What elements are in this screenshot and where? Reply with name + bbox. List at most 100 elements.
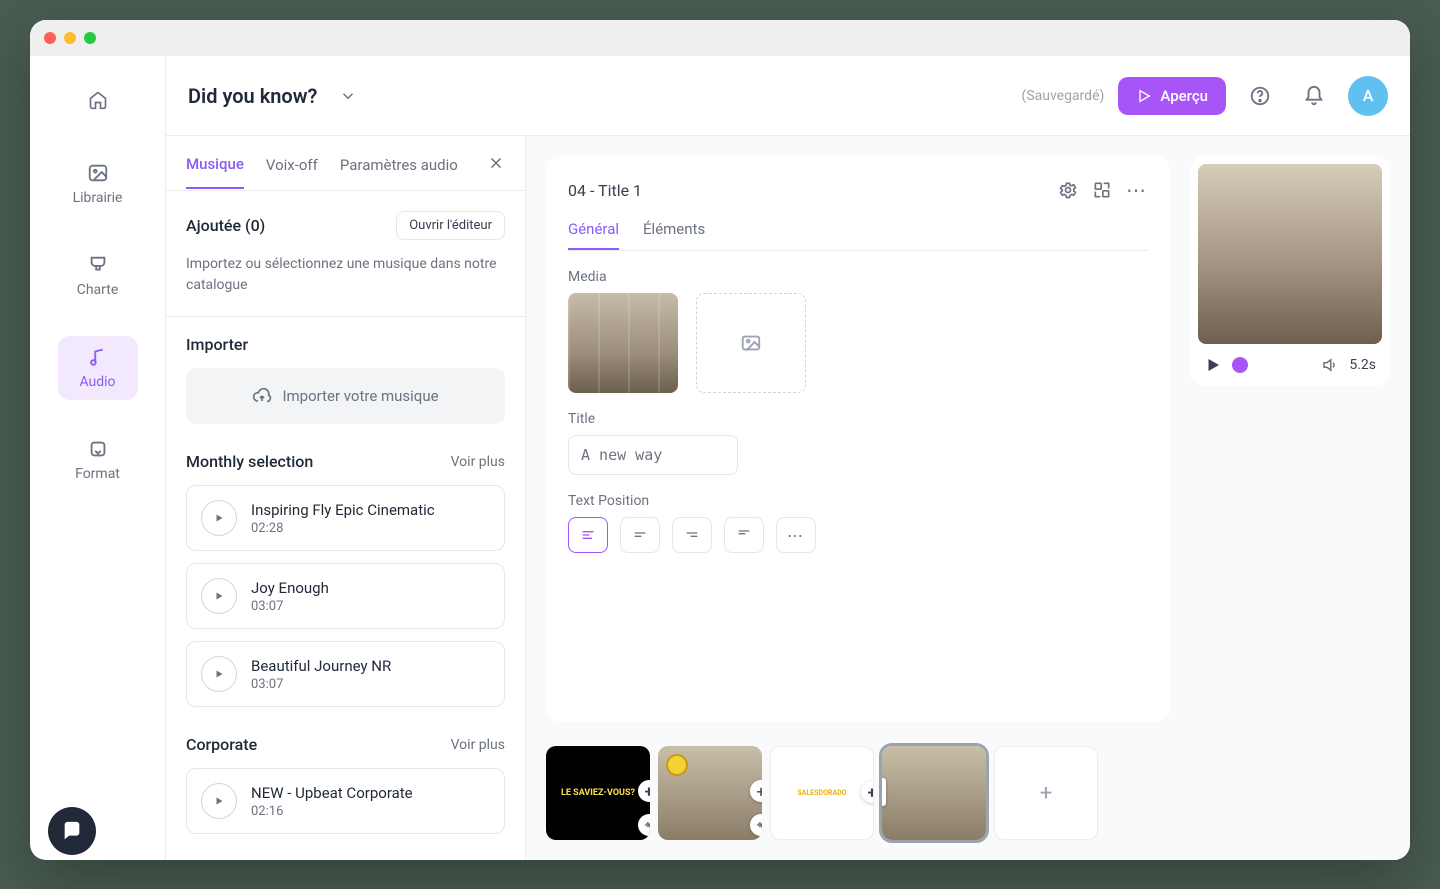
workspace: Musique Voix-off Paramètres audio Ajouté… (166, 136, 1410, 860)
nav-format[interactable]: Format (58, 428, 138, 492)
chevron-down-icon[interactable] (339, 87, 357, 105)
import-label: Importer votre musique (282, 387, 438, 405)
nav-label: Audio (79, 374, 115, 390)
brush-icon (87, 254, 109, 276)
preview-progress-dot[interactable] (1232, 357, 1248, 373)
panel-scroll[interactable]: Ajoutée (0) Ouvrir l'éditeur Importez ou… (166, 191, 525, 860)
editor-card: 04 - Title 1 ⋯ Général Éléments Media (546, 156, 1170, 722)
window-titlebar (30, 20, 1410, 56)
minimize-window-button[interactable] (64, 32, 76, 44)
align-center-button[interactable] (620, 517, 660, 553)
track-name: Inspiring Fly Epic Cinematic (251, 501, 435, 519)
title-input[interactable] (568, 435, 738, 475)
timeline-slide-1[interactable]: LE SAVIEZ-VOUS? + (546, 746, 650, 840)
align-right-icon (683, 527, 701, 543)
tab-musique[interactable]: Musique (186, 155, 244, 189)
import-music-button[interactable]: Importer votre musique (186, 368, 505, 424)
chat-icon (61, 820, 83, 842)
more-options-button[interactable]: ⋯ (1126, 178, 1148, 202)
align-top-button[interactable] (724, 517, 764, 553)
notifications-button[interactable] (1294, 76, 1334, 116)
nav-audio[interactable]: Audio (58, 336, 138, 400)
transition-button[interactable] (638, 814, 650, 836)
added-help-text: Importez ou sélectionnez une musique dan… (186, 254, 505, 296)
chat-widget-button[interactable] (48, 807, 96, 855)
open-editor-button[interactable]: Ouvrir l'éditeur (396, 211, 505, 240)
monthly-more-link[interactable]: Voir plus (451, 454, 505, 470)
nav-home[interactable] (58, 80, 138, 120)
track-duration: 03:07 (251, 677, 391, 692)
maximize-window-button[interactable] (84, 32, 96, 44)
corporate-more-link[interactable]: Voir plus (451, 737, 505, 753)
document-title: Did you know? (188, 84, 317, 108)
preview-label: Aperçu (1160, 87, 1208, 105)
play-button[interactable] (201, 578, 237, 614)
play-button[interactable] (201, 656, 237, 692)
preview-button[interactable]: Aperçu (1118, 77, 1226, 115)
close-icon (487, 154, 505, 172)
timeline: LE SAVIEZ-VOUS? + + SALESDORADO + (526, 732, 1410, 860)
app-body: Librairie Charte Audio Format Did you kn… (30, 56, 1410, 860)
align-left-button[interactable] (568, 517, 608, 553)
crop-icon (87, 438, 109, 460)
more-positions-button[interactable]: ⋯ (776, 517, 816, 553)
canvas-area: 04 - Title 1 ⋯ Général Éléments Media (526, 136, 1410, 860)
add-media-dropzone[interactable] (696, 293, 806, 393)
slide-badge (666, 754, 688, 776)
help-icon (1249, 85, 1271, 107)
track-item[interactable]: Joy Enough 03:07 (186, 563, 505, 629)
insert-slide-button[interactable]: + (638, 780, 650, 802)
help-button[interactable] (1240, 76, 1280, 116)
transition-button[interactable] (750, 814, 762, 836)
track-item[interactable]: Inspiring Fly Epic Cinematic 02:28 (186, 485, 505, 551)
audio-panel: Musique Voix-off Paramètres audio Ajouté… (166, 136, 526, 860)
panel-tabs: Musique Voix-off Paramètres audio (166, 136, 525, 191)
expand-icon[interactable] (1092, 180, 1112, 200)
track-name: Beautiful Journey NR (251, 657, 391, 675)
insert-slide-button[interactable]: + (861, 781, 874, 803)
align-top-icon (735, 527, 753, 543)
track-name: NEW - Upbeat Corporate (251, 784, 413, 802)
close-window-button[interactable] (44, 32, 56, 44)
tab-general[interactable]: Général (568, 220, 619, 250)
insert-slide-button[interactable]: + (750, 780, 762, 802)
cloud-upload-icon (252, 386, 272, 406)
play-icon (213, 668, 225, 680)
user-avatar[interactable]: A (1348, 76, 1388, 116)
app-window: Librairie Charte Audio Format Did you kn… (30, 20, 1410, 860)
track-item[interactable]: NEW - Upbeat Corporate 02:16 (186, 768, 505, 834)
transition-icon (643, 819, 650, 831)
close-panel-button[interactable] (487, 154, 505, 190)
text-position-group: ⋯ (568, 517, 1148, 553)
preview-card: 5.2s (1190, 156, 1390, 386)
tab-parametres-audio[interactable]: Paramètres audio (340, 156, 458, 188)
home-icon (88, 90, 108, 110)
timeline-slide-4[interactable] (882, 746, 986, 840)
track-duration: 02:16 (251, 804, 413, 819)
slide-caption: LE SAVIEZ-VOUS? (561, 788, 635, 798)
track-duration: 02:28 (251, 521, 435, 536)
transition-icon (755, 819, 762, 831)
image-placeholder-icon (740, 332, 762, 354)
nav-charte[interactable]: Charte (58, 244, 138, 308)
timeline-slide-3[interactable]: SALESDORADO + (770, 746, 874, 840)
tab-elements[interactable]: Éléments (643, 220, 705, 250)
play-button[interactable] (201, 783, 237, 819)
added-heading: Ajoutée (0) (186, 216, 265, 235)
add-slide-button[interactable]: + (994, 746, 1098, 840)
trim-handle[interactable] (882, 778, 886, 806)
timeline-slide-2[interactable]: + (658, 746, 762, 840)
import-heading: Importer (186, 335, 505, 354)
align-right-button[interactable] (672, 517, 712, 553)
preview-play-button[interactable] (1204, 356, 1222, 374)
media-thumbnail[interactable] (568, 293, 678, 393)
preview-volume-button[interactable] (1321, 356, 1339, 374)
tab-voix-off[interactable]: Voix-off (266, 156, 318, 188)
track-item[interactable]: Beautiful Journey NR 03:07 (186, 641, 505, 707)
preview-image[interactable] (1198, 164, 1382, 344)
play-icon (213, 590, 225, 602)
nav-librairie[interactable]: Librairie (58, 152, 138, 216)
gear-icon[interactable] (1058, 180, 1078, 200)
main-column: Did you know? (Sauvegardé) Aperçu A (166, 56, 1410, 860)
play-button[interactable] (201, 500, 237, 536)
